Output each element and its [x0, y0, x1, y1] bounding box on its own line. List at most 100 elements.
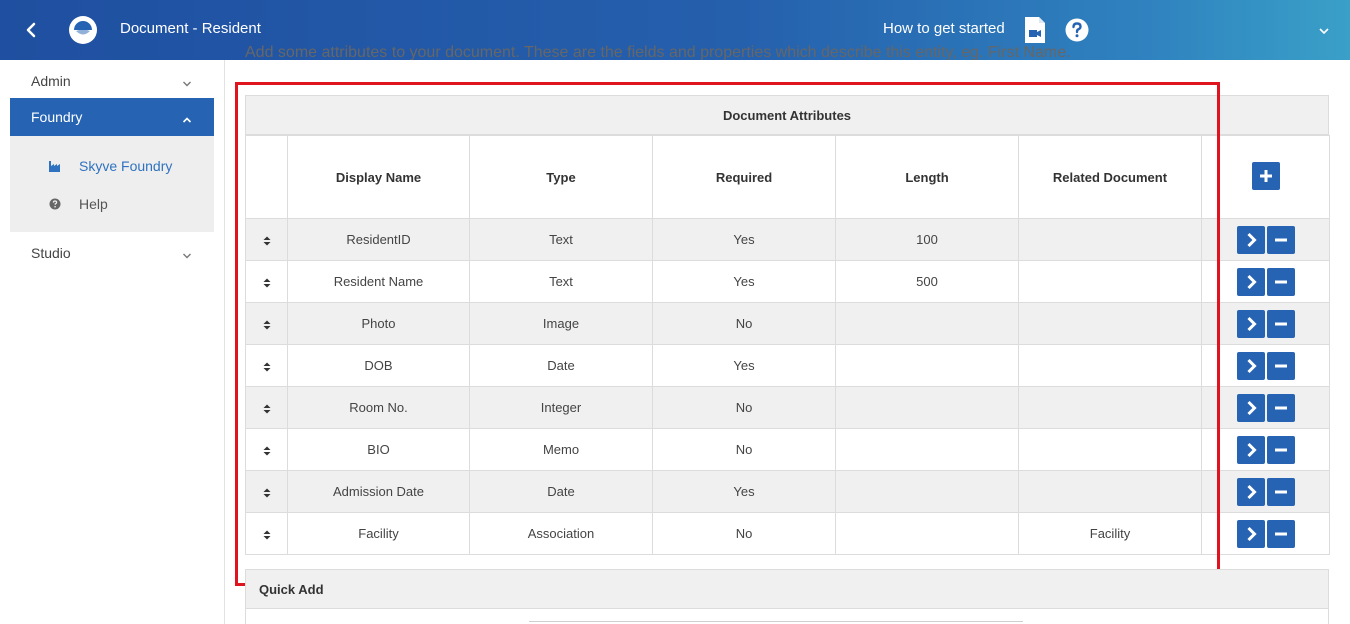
help-icon[interactable]: [1065, 18, 1089, 42]
app-logo[interactable]: [69, 16, 97, 44]
column-header-length[interactable]: Length: [835, 135, 1019, 219]
cell-type: Text: [469, 218, 653, 261]
cell-required: No: [652, 428, 836, 471]
edit-attribute-button[interactable]: [1236, 435, 1265, 464]
how-to-get-started-link[interactable]: How to get started: [883, 20, 1005, 37]
remove-attribute-button[interactable]: [1266, 393, 1295, 422]
chevron-down-icon[interactable]: [1318, 24, 1330, 36]
reorder-handle[interactable]: [245, 218, 288, 261]
cell-related-document: [1018, 428, 1202, 471]
sort-icon[interactable]: [262, 445, 272, 457]
column-header-required[interactable]: Required: [652, 135, 836, 219]
chevron-down-icon: [182, 248, 192, 259]
cell-display-name: Facility: [287, 512, 470, 555]
column-header-related-document[interactable]: Related Document: [1018, 135, 1202, 219]
quick-add-header: Quick Add: [245, 569, 1329, 609]
column-header-display-name[interactable]: Display Name: [287, 135, 470, 219]
reorder-handle[interactable]: [245, 512, 288, 555]
cell-related-document: [1018, 218, 1202, 261]
edit-attribute-button[interactable]: [1236, 393, 1265, 422]
minus-icon: [1274, 406, 1287, 409]
video-document-icon[interactable]: [1022, 16, 1048, 44]
page-title: Document - Resident: [120, 20, 261, 37]
back-arrow-icon[interactable]: [18, 16, 46, 44]
sidebar-item-foundry[interactable]: Foundry: [10, 98, 214, 136]
cell-required: Yes: [652, 344, 836, 387]
cell-required: Yes: [652, 470, 836, 513]
remove-attribute-button[interactable]: [1266, 435, 1295, 464]
minus-icon: [1274, 238, 1287, 241]
edit-attribute-button[interactable]: [1236, 225, 1265, 254]
minus-icon: [1274, 322, 1287, 325]
remove-attribute-button[interactable]: [1266, 477, 1295, 506]
help-circle-icon: [48, 197, 62, 211]
sidebar-item-skyve-foundry[interactable]: Skyve Foundry: [10, 148, 214, 184]
remove-attribute-button[interactable]: [1266, 351, 1295, 380]
reorder-handle[interactable]: [245, 386, 288, 429]
sidebar-item-studio[interactable]: Studio: [10, 234, 214, 272]
reorder-handle[interactable]: [245, 260, 288, 303]
chevron-down-icon: [182, 76, 192, 87]
reorder-handle[interactable]: [245, 428, 288, 471]
grid-title: Document Attributes: [245, 95, 1329, 135]
cell-related-document: [1018, 344, 1202, 387]
sidebar-item-label: Skyve Foundry: [79, 158, 173, 174]
sort-icon[interactable]: [262, 277, 272, 289]
edit-attribute-button[interactable]: [1236, 519, 1265, 548]
cell-type: Association: [469, 512, 653, 555]
sort-icon[interactable]: [262, 235, 272, 247]
row-actions: [1201, 428, 1330, 471]
remove-attribute-button[interactable]: [1266, 519, 1295, 548]
cell-length: [835, 386, 1019, 429]
cell-required: No: [652, 512, 836, 555]
reorder-handle[interactable]: [245, 344, 288, 387]
table-row[interactable]: Photo Image No: [245, 302, 1330, 345]
sidebar-item-label: Admin: [31, 73, 71, 89]
table-row[interactable]: Room No. Integer No: [245, 386, 1330, 429]
table-row[interactable]: BIO Memo No: [245, 428, 1330, 471]
reorder-handle[interactable]: [245, 302, 288, 345]
row-actions: [1201, 344, 1330, 387]
sidebar-item-admin[interactable]: Admin: [10, 62, 214, 100]
table-row[interactable]: DOB Date Yes: [245, 344, 1330, 387]
row-actions: [1201, 470, 1330, 513]
table-row[interactable]: Facility Association No Facility: [245, 512, 1330, 555]
cell-length: [835, 512, 1019, 555]
cell-related-document: [1018, 470, 1202, 513]
table-row[interactable]: Resident Name Text Yes 500: [245, 260, 1330, 303]
chevron-right-icon: [1246, 484, 1257, 499]
edit-attribute-button[interactable]: [1236, 267, 1265, 296]
sidebar-item-help[interactable]: Help: [10, 186, 214, 222]
cell-type: Date: [469, 344, 653, 387]
cell-required: No: [652, 386, 836, 429]
minus-icon: [1274, 448, 1287, 451]
cell-required: Yes: [652, 260, 836, 303]
chevron-right-icon: [1246, 400, 1257, 415]
cell-required: Yes: [652, 218, 836, 261]
row-actions: [1201, 260, 1330, 303]
sidebar: Admin Foundry Skyve Foundry Help Studio: [0, 60, 225, 624]
cell-display-name: Admission Date: [287, 470, 470, 513]
cell-type: Image: [469, 302, 653, 345]
edit-attribute-button[interactable]: [1236, 477, 1265, 506]
sort-icon[interactable]: [262, 361, 272, 373]
remove-attribute-button[interactable]: [1266, 309, 1295, 338]
edit-attribute-button[interactable]: [1236, 351, 1265, 380]
row-actions: [1201, 218, 1330, 261]
sort-icon[interactable]: [262, 529, 272, 541]
reorder-handle[interactable]: [245, 470, 288, 513]
remove-attribute-button[interactable]: [1266, 225, 1295, 254]
remove-attribute-button[interactable]: [1266, 267, 1295, 296]
sort-icon[interactable]: [262, 319, 272, 331]
cell-display-name: DOB: [287, 344, 470, 387]
column-header-type[interactable]: Type: [469, 135, 653, 219]
sort-icon[interactable]: [262, 403, 272, 415]
table-row[interactable]: Admission Date Date Yes: [245, 470, 1330, 513]
cell-length: [835, 428, 1019, 471]
add-attribute-button[interactable]: [1251, 161, 1280, 190]
cell-length: [835, 344, 1019, 387]
cell-display-name: BIO: [287, 428, 470, 471]
sort-icon[interactable]: [262, 487, 272, 499]
table-row[interactable]: ResidentID Text Yes 100: [245, 218, 1330, 261]
edit-attribute-button[interactable]: [1236, 309, 1265, 338]
